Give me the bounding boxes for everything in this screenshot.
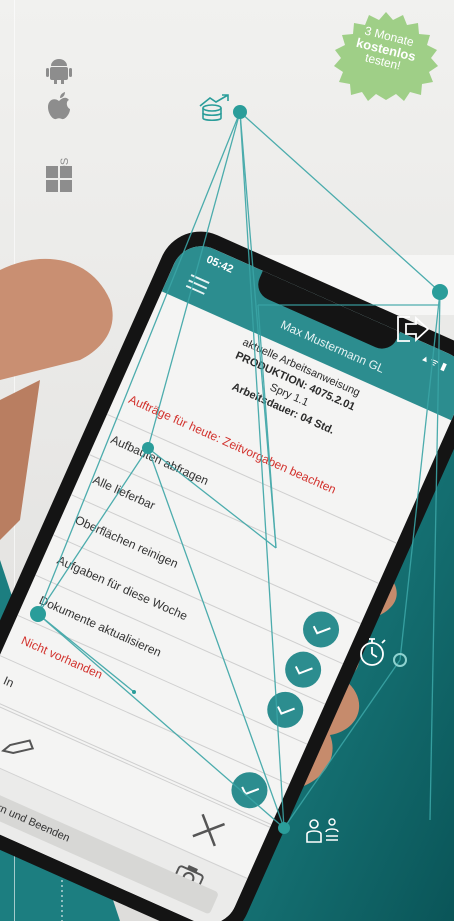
promo-stage: 3 Monate kostenlos testen! iOS — [0, 0, 454, 921]
check-button[interactable] — [225, 766, 274, 814]
free-trial-badge[interactable]: 3 Monate kostenlos testen! — [330, 10, 442, 102]
logout-icon — [397, 315, 430, 343]
team-icon — [306, 818, 339, 843]
checkmark-icon — [312, 625, 331, 635]
checkmark-icon — [241, 786, 260, 796]
apple-icon — [48, 92, 70, 120]
checkmark-icon — [294, 665, 313, 675]
pencil-icon[interactable] — [1, 730, 38, 764]
checkmark-icon — [277, 706, 295, 715]
close-icon[interactable] — [189, 810, 229, 850]
android-icon — [46, 59, 72, 84]
money-icon — [199, 94, 229, 122]
platform-icons: iOS — [40, 58, 80, 198]
task-label: In — [1, 673, 17, 691]
windows-icon — [46, 166, 72, 192]
stopwatch-icon — [360, 638, 386, 666]
